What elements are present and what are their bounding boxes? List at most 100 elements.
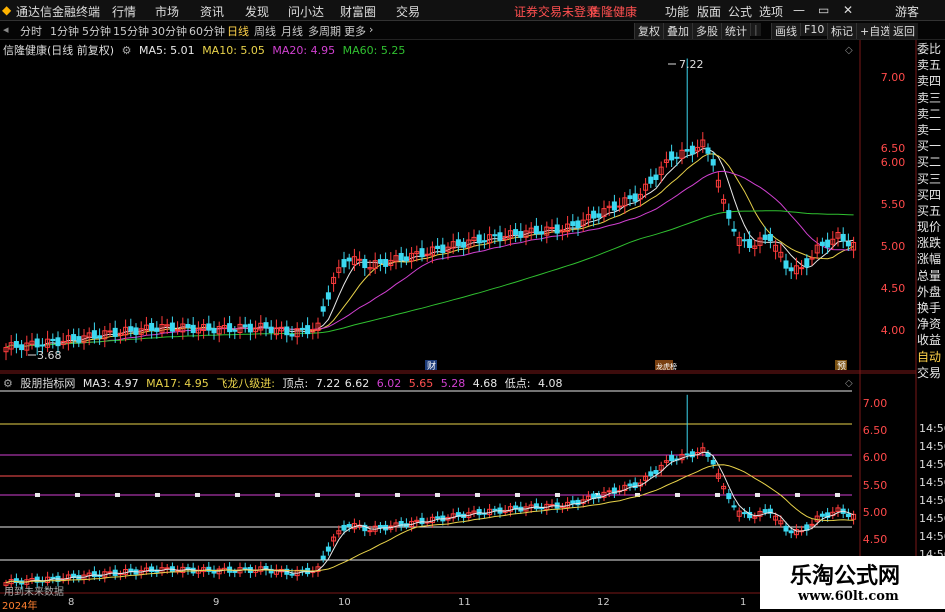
candle-body	[830, 511, 836, 517]
tool-draw[interactable]: 画线	[771, 23, 800, 39]
ma17-label: MA17: 4.95	[146, 377, 209, 390]
candle-body	[284, 568, 290, 575]
watermark-logo: 乐淘公式网 www.60lt.com	[760, 556, 945, 609]
candle-body	[372, 260, 378, 269]
period-more[interactable]: 更多	[344, 23, 366, 39]
tool-multi-stock[interactable]: 多股	[692, 23, 721, 39]
menu-options[interactable]: 选项	[759, 3, 783, 20]
side-panel-item[interactable]: 交易	[917, 365, 945, 381]
period-intraday[interactable]: 分时	[20, 23, 42, 39]
menu-ask[interactable]: 问小达	[288, 3, 324, 20]
menu-discover[interactable]: 发现	[245, 3, 269, 20]
indicator-ma-line	[5, 464, 854, 584]
candle-body	[143, 567, 149, 572]
candle-body	[29, 578, 35, 581]
candle-body	[273, 569, 279, 575]
candle-body	[346, 524, 352, 527]
x-tick: 8	[68, 597, 75, 608]
candle-body	[684, 453, 690, 456]
candle-body	[211, 327, 217, 334]
side-panel-item[interactable]: 自动	[917, 349, 945, 365]
indicator-name: 股朋指标网	[20, 377, 76, 390]
period-multi[interactable]: 多周期	[308, 23, 341, 39]
candle-body	[523, 230, 529, 238]
menu-trade[interactable]: 交易	[396, 3, 420, 20]
tool-mark[interactable]: 标记	[827, 23, 856, 39]
guest-label[interactable]: 游客	[895, 3, 919, 20]
candle-body	[767, 508, 773, 514]
candle-body	[320, 306, 326, 312]
candle-body	[809, 523, 815, 526]
candle-body	[710, 460, 716, 465]
candle-body	[409, 520, 415, 527]
candle-body	[388, 259, 394, 267]
tool-f10[interactable]: F10	[800, 23, 828, 36]
tool-overlay[interactable]: 叠加	[663, 23, 692, 39]
minimize-icon[interactable]: —	[793, 3, 805, 17]
time-label: 14:56	[919, 440, 945, 453]
period-5min[interactable]: 5分钟	[82, 23, 111, 39]
candle-body	[700, 447, 706, 453]
settings-icon[interactable]: ⚙	[122, 44, 132, 57]
candle-body	[799, 267, 805, 270]
close-icon[interactable]: ✕	[843, 3, 853, 17]
menu-wealth-circle[interactable]: 财富圈	[340, 3, 376, 20]
candle-body	[580, 219, 586, 227]
candle-body	[55, 575, 61, 582]
period-1min[interactable]: 1分钟	[50, 23, 79, 39]
menu-market[interactable]: 市场	[155, 3, 179, 20]
menu-news[interactable]: 资讯	[200, 3, 224, 20]
axis-tick: 4.50	[881, 282, 906, 295]
candle-body	[513, 229, 519, 235]
tool-back[interactable]: 返回	[889, 23, 918, 39]
forecast-badge[interactable]	[835, 360, 847, 370]
period-monthly[interactable]: 月线	[281, 23, 303, 39]
candle-body	[773, 244, 779, 252]
candle-body	[622, 197, 628, 207]
candle-body	[773, 515, 779, 521]
app-logo-icon: ◆	[2, 3, 12, 17]
top-value-5: 5.28	[440, 377, 466, 390]
top-value-6: 4.68	[472, 377, 498, 390]
time-label: 14:56	[919, 422, 945, 435]
menu-formula[interactable]: 公式	[728, 3, 752, 20]
candle-body	[783, 525, 789, 532]
settings-icon[interactable]: ⚙	[3, 377, 13, 390]
chevron-right-icon[interactable]: ›	[369, 23, 373, 36]
period-weekly[interactable]: 周线	[254, 23, 276, 39]
menu-quotes[interactable]: 行情	[112, 3, 136, 20]
period-60min[interactable]: 60分钟	[189, 23, 225, 39]
candle-body	[341, 259, 347, 268]
restore-icon[interactable]: ▭	[818, 3, 829, 17]
candle-body	[492, 234, 498, 237]
login-notice[interactable]: 证券交易未登录	[514, 3, 598, 20]
candle-body	[819, 513, 825, 517]
candle-body	[237, 323, 243, 334]
longhubang-badge[interactable]	[655, 360, 673, 370]
ma-line	[5, 210, 854, 348]
side-panel-item: 买一	[917, 139, 942, 154]
candle-body	[565, 223, 571, 233]
candle-body	[752, 516, 758, 519]
candle-body	[227, 566, 233, 573]
price-axis: 7.00 6.50 6.00 5.50 5.00 4.50 4.00	[881, 71, 906, 337]
period-daily[interactable]: 日线	[227, 23, 249, 39]
menu-layout[interactable]: 版面	[697, 3, 721, 20]
candle-body	[715, 179, 721, 188]
candle-body	[60, 578, 66, 582]
menu-function[interactable]: 功能	[665, 3, 689, 20]
period-15min[interactable]: 15分钟	[113, 23, 149, 39]
candle-body	[544, 226, 550, 236]
candle-body	[851, 513, 857, 520]
tool-adjust[interactable]: 复权	[634, 23, 663, 39]
candle-body	[268, 326, 274, 334]
candle-body	[357, 258, 363, 261]
axis-tick: 6.50	[881, 142, 906, 155]
finance-badge[interactable]	[425, 360, 437, 370]
tool-stats[interactable]: 统计	[721, 23, 750, 39]
period-30min[interactable]: 30分钟	[151, 23, 187, 39]
candle-body	[533, 503, 539, 510]
collapse-icon[interactable]: ◂	[3, 23, 9, 36]
axis-tick: 6.00	[863, 451, 888, 464]
candle-body	[289, 333, 295, 337]
